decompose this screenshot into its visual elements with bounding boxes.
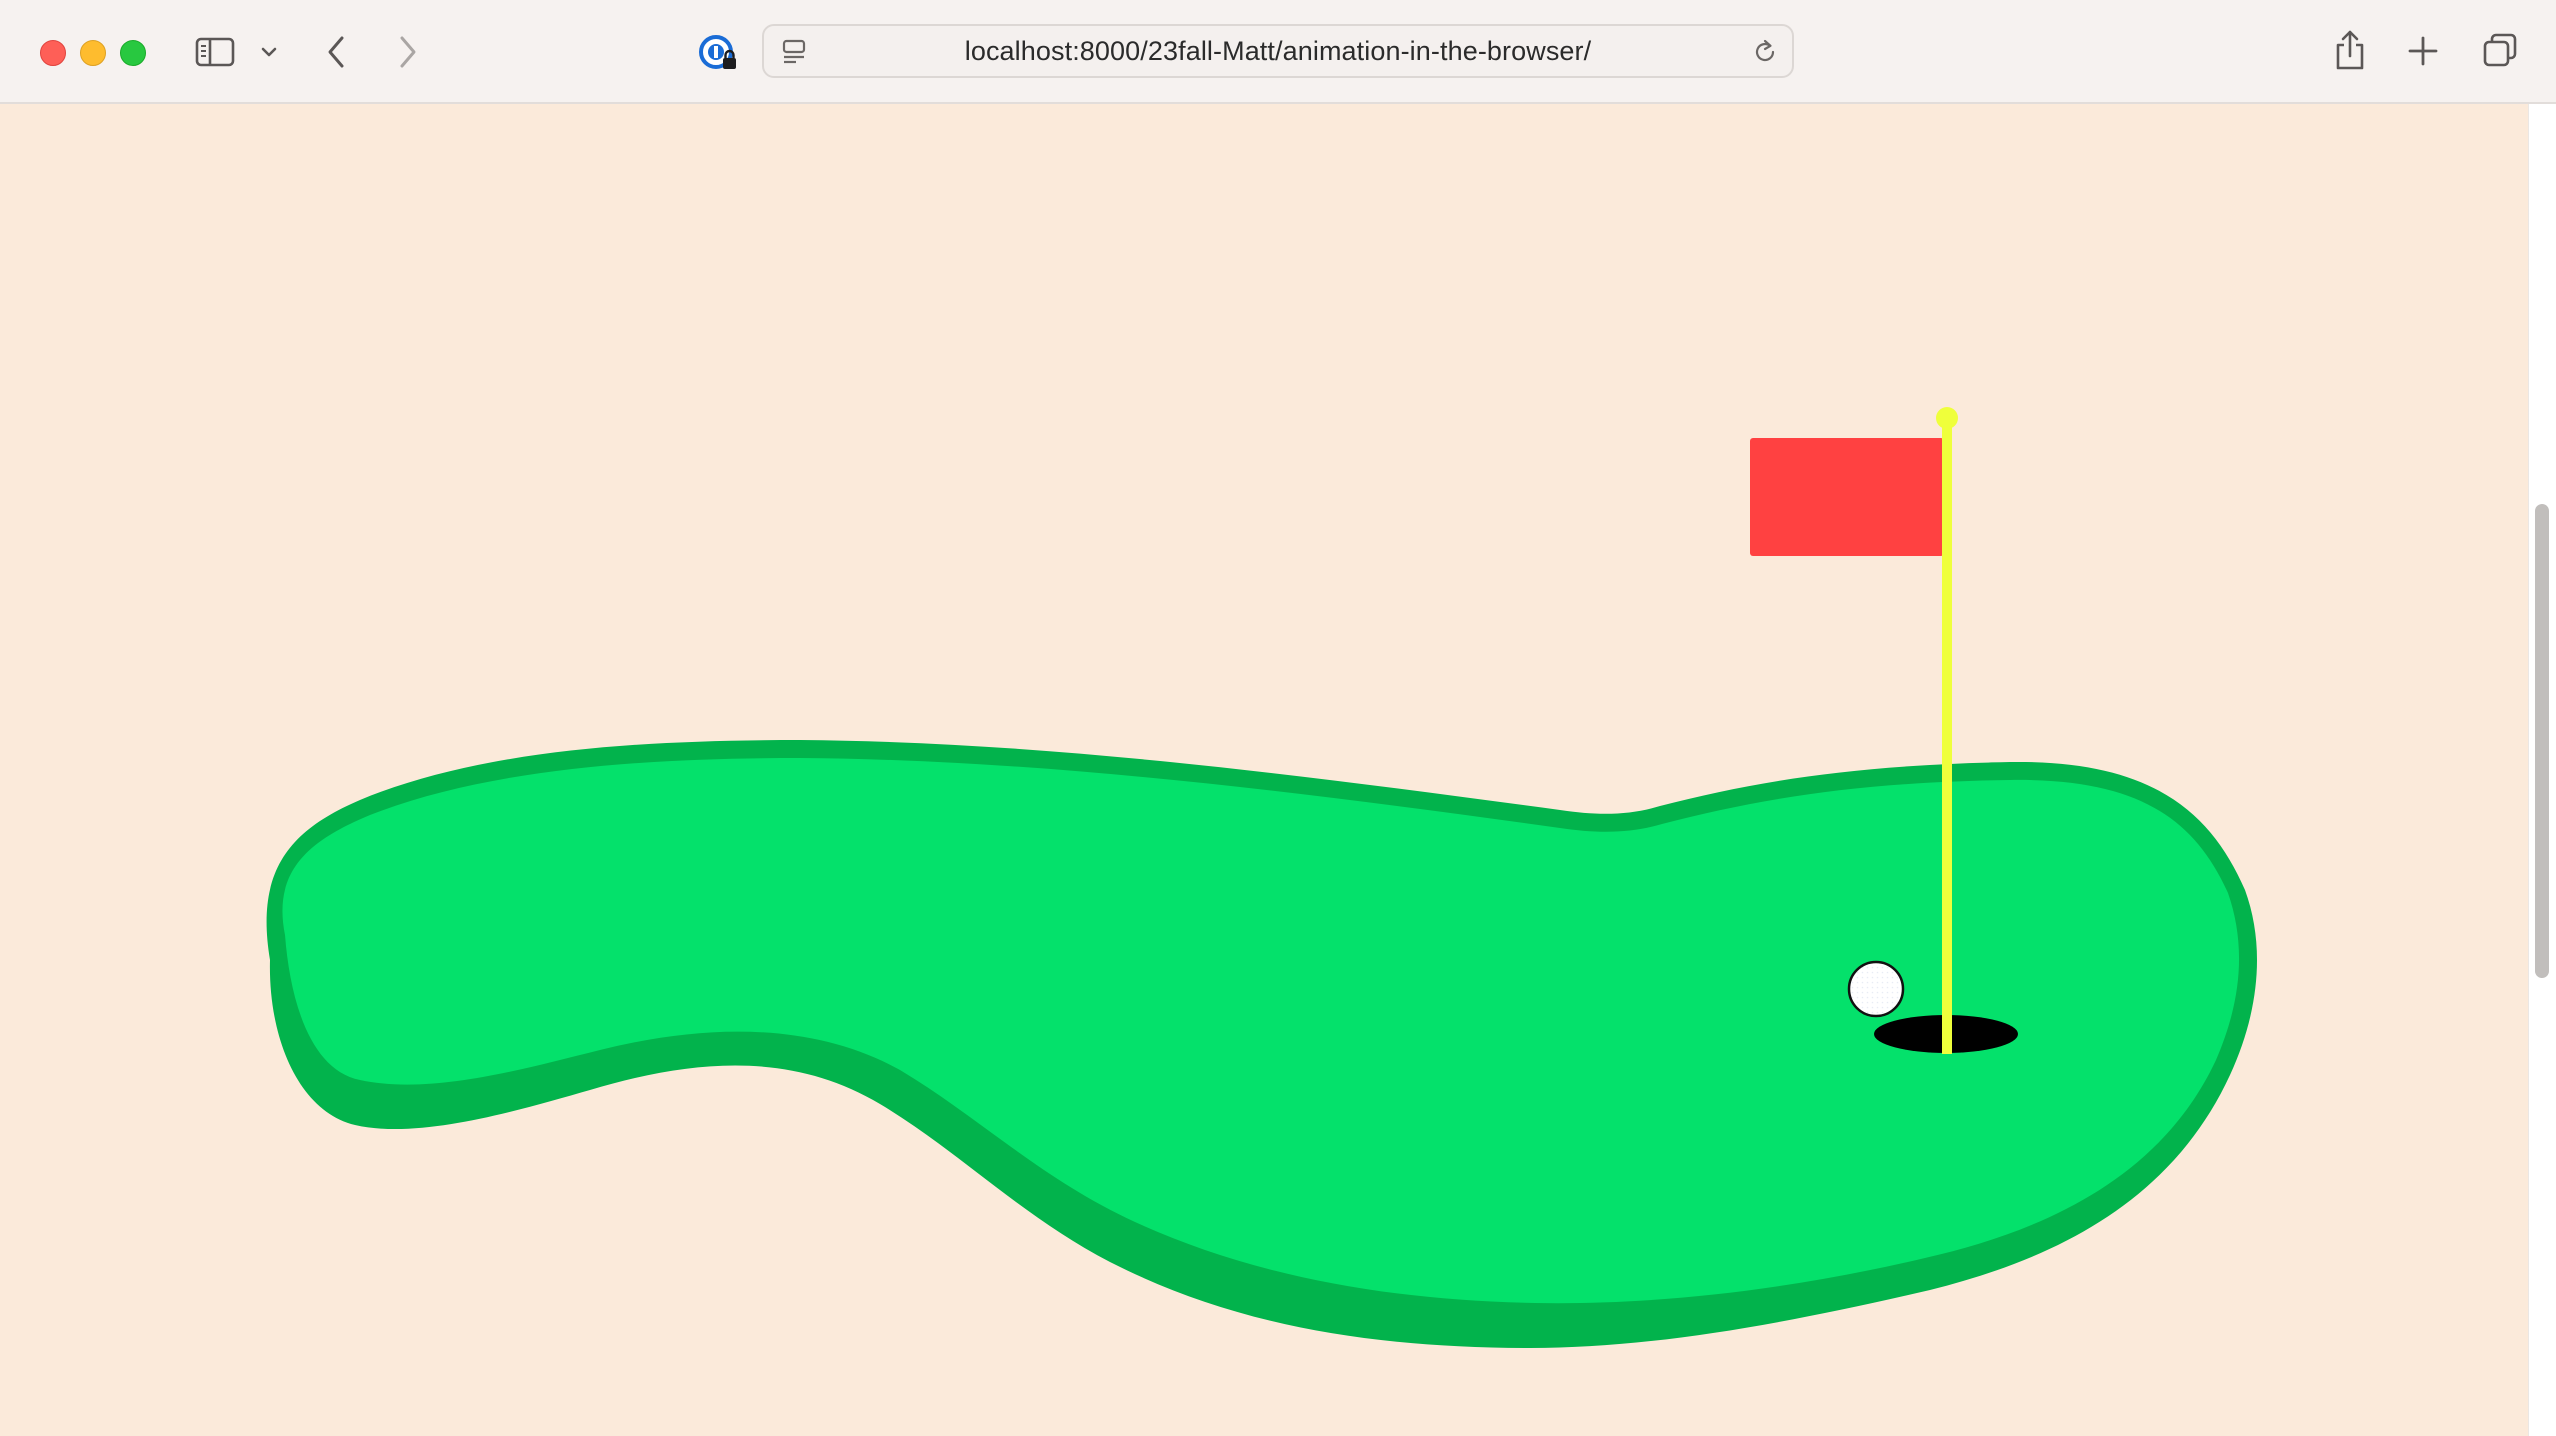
golf-ball: [1847, 960, 1905, 1018]
scrollbar-thumb[interactable]: [2535, 504, 2549, 978]
golf-scene: [266, 407, 2258, 1348]
browser-window: localhost:8000/23fall-Matt/animation-in-…: [0, 0, 2556, 1436]
flag-pole: [1942, 418, 1952, 1054]
flag-pole-tip: [1936, 407, 1958, 429]
golf-flag: [1750, 438, 1944, 556]
